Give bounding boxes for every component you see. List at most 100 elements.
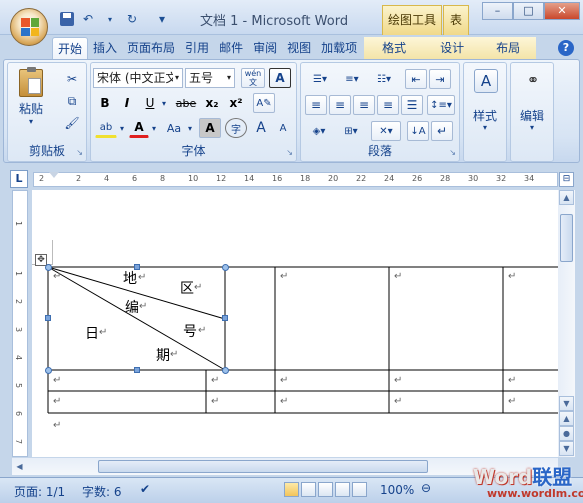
selection-handle[interactable] <box>222 264 229 271</box>
cut-icon[interactable]: ✂ <box>62 69 82 89</box>
paragraph-launcher-icon[interactable]: ↘ <box>449 148 456 157</box>
tab-view[interactable]: 视图 <box>282 37 316 60</box>
browse-object-icon[interactable]: ● <box>559 426 574 441</box>
clipboard-launcher-icon[interactable]: ↘ <box>76 148 83 157</box>
proofing-icon[interactable]: ✔ <box>140 482 150 496</box>
superscript-button[interactable]: x² <box>225 93 247 113</box>
change-case-button[interactable]: Aa <box>163 118 185 138</box>
align-right-icon[interactable]: ≡ <box>353 95 375 115</box>
format-painter-icon[interactable]: 🖌 <box>62 113 82 133</box>
web-layout-icon[interactable] <box>318 482 333 497</box>
tab-format[interactable]: 格式 <box>364 37 425 60</box>
shrink-font-button[interactable]: A <box>273 118 293 138</box>
outline-icon[interactable] <box>335 482 350 497</box>
underline-dropdown-icon[interactable]: ▾ <box>159 93 169 113</box>
maximize-button[interactable]: □ <box>513 2 544 20</box>
numbering-icon[interactable]: ≡▾ <box>337 69 367 89</box>
styles-icon[interactable]: A <box>474 69 498 93</box>
page-indicator[interactable]: 页面: 1/1 <box>14 483 65 500</box>
tab-home[interactable]: 开始 <box>52 37 89 60</box>
asian-layout-icon[interactable]: ✕▾ <box>371 121 401 141</box>
tab-selector[interactable]: L <box>10 170 28 188</box>
increase-indent-icon[interactable]: ⇥ <box>429 69 451 89</box>
align-center-icon[interactable]: ≡ <box>329 95 351 115</box>
selection-handle[interactable] <box>134 264 140 270</box>
tab-addins[interactable]: 加载项 <box>316 37 362 60</box>
selection-handle[interactable] <box>45 367 52 374</box>
tab-mailings[interactable]: 邮件 <box>214 37 248 60</box>
redo-icon[interactable]: ↻ <box>124 11 140 27</box>
borders-icon[interactable]: ⊞▾ <box>337 121 365 141</box>
previous-page-icon[interactable]: ▲ <box>559 411 574 426</box>
align-left-icon[interactable]: ≡ <box>305 95 327 115</box>
editing-label[interactable]: 编辑 <box>511 107 553 124</box>
save-icon[interactable] <box>60 12 74 26</box>
copy-icon[interactable]: ⧉ <box>62 91 82 111</box>
clear-formatting-icon[interactable]: A✎ <box>253 93 275 113</box>
tab-layout[interactable]: 布局 <box>480 37 537 60</box>
grow-font-button[interactable]: A <box>251 118 271 138</box>
office-button[interactable] <box>10 8 48 46</box>
character-border-button[interactable]: A <box>269 68 291 88</box>
print-layout-icon[interactable] <box>284 482 299 497</box>
font-color-dropdown-icon[interactable]: ▾ <box>149 118 159 138</box>
styles-label[interactable]: 样式 <box>464 107 506 124</box>
scroll-left-icon[interactable]: ◀ <box>12 459 27 474</box>
line-spacing-icon[interactable]: ↕≡▾ <box>427 95 455 115</box>
indent-marker-icon[interactable] <box>49 172 59 178</box>
selection-handle[interactable] <box>222 367 229 374</box>
font-launcher-icon[interactable]: ↘ <box>286 148 293 157</box>
scroll-up-icon[interactable]: ▲ <box>559 190 574 205</box>
close-button[interactable]: ✕ <box>544 2 580 20</box>
sort-icon[interactable]: ↓A <box>407 121 429 141</box>
next-page-icon[interactable]: ▼ <box>559 441 574 456</box>
enclose-characters-button[interactable]: 字 <box>225 118 247 138</box>
multilevel-list-icon[interactable]: ☷▾ <box>369 69 399 89</box>
strikethrough-button[interactable]: abe <box>173 93 199 113</box>
tab-references[interactable]: 引用 <box>180 37 214 60</box>
font-size-combo[interactable]: 五号 ▾ <box>185 68 235 88</box>
scroll-thumb[interactable] <box>560 214 573 262</box>
selection-handle[interactable] <box>222 315 228 321</box>
full-screen-reading-icon[interactable] <box>301 482 316 497</box>
decrease-indent-icon[interactable]: ⇤ <box>405 69 427 89</box>
tab-review[interactable]: 审阅 <box>248 37 282 60</box>
change-case-dropdown-icon[interactable]: ▾ <box>185 118 195 138</box>
character-shading-button[interactable]: A <box>199 118 221 138</box>
help-icon[interactable]: ? <box>558 40 574 56</box>
distributed-icon[interactable]: ☰ <box>401 95 423 115</box>
zoom-level[interactable]: 100% <box>380 483 414 497</box>
justify-icon[interactable]: ≡ <box>377 95 399 115</box>
scroll-down-icon[interactable]: ▼ <box>559 396 574 411</box>
tab-page-layout[interactable]: 页面布局 <box>122 37 180 60</box>
minimize-button[interactable]: – <box>482 2 513 20</box>
horizontal-ruler[interactable]: 2 2 4 6 8 10 12 14 16 18 20 22 24 26 28 30 32 34 <box>33 172 558 187</box>
italic-button[interactable]: I <box>117 93 137 113</box>
word-count[interactable]: 字数: 6 <box>82 483 122 500</box>
qat-customize-icon[interactable]: ▾ <box>154 11 170 27</box>
selection-handle[interactable] <box>45 264 52 271</box>
font-color-icon[interactable]: A <box>129 118 149 138</box>
font-name-combo[interactable]: 宋体 (中文正文 ▾ <box>93 68 183 88</box>
shading-icon[interactable]: ◈▾ <box>305 121 333 141</box>
zoom-out-icon[interactable]: ⊖ <box>421 481 431 495</box>
highlight-dropdown-icon[interactable]: ▾ <box>117 118 127 138</box>
phonetic-guide-button[interactable]: wén 文 <box>241 68 265 88</box>
view-ruler-icon[interactable]: ⊟ <box>559 172 574 187</box>
show-marks-icon[interactable]: ↵ <box>431 121 453 141</box>
tab-design[interactable]: 设计 <box>424 37 481 60</box>
bold-button[interactable]: B <box>95 93 115 113</box>
vertical-ruler[interactable]: 1 1 2 3 4 5 6 7 <box>12 190 28 457</box>
subscript-button[interactable]: x₂ <box>201 93 223 113</box>
document-area[interactable]: ✥ 地 区 编 号 日 期 ↵ ↵ ↵ ↵ ↵ ↵ ↵ ↵ ↵ ↵ ↵ ↵ ↵ … <box>32 190 559 457</box>
vertical-scrollbar[interactable]: ▲ ▼ ▲ ● ▼ <box>558 190 575 457</box>
undo-dropdown-icon[interactable]: ▾ <box>102 11 118 27</box>
paste-button[interactable]: 粘贴 ▾ <box>14 67 48 129</box>
bullets-icon[interactable]: ☰▾ <box>305 69 335 89</box>
undo-icon[interactable]: ↶ <box>80 11 96 27</box>
horizontal-scroll-thumb[interactable] <box>98 460 428 473</box>
draft-icon[interactable] <box>352 482 367 497</box>
selection-handle[interactable] <box>45 315 51 321</box>
underline-button[interactable]: U <box>141 93 159 113</box>
tab-insert[interactable]: 插入 <box>88 37 122 60</box>
